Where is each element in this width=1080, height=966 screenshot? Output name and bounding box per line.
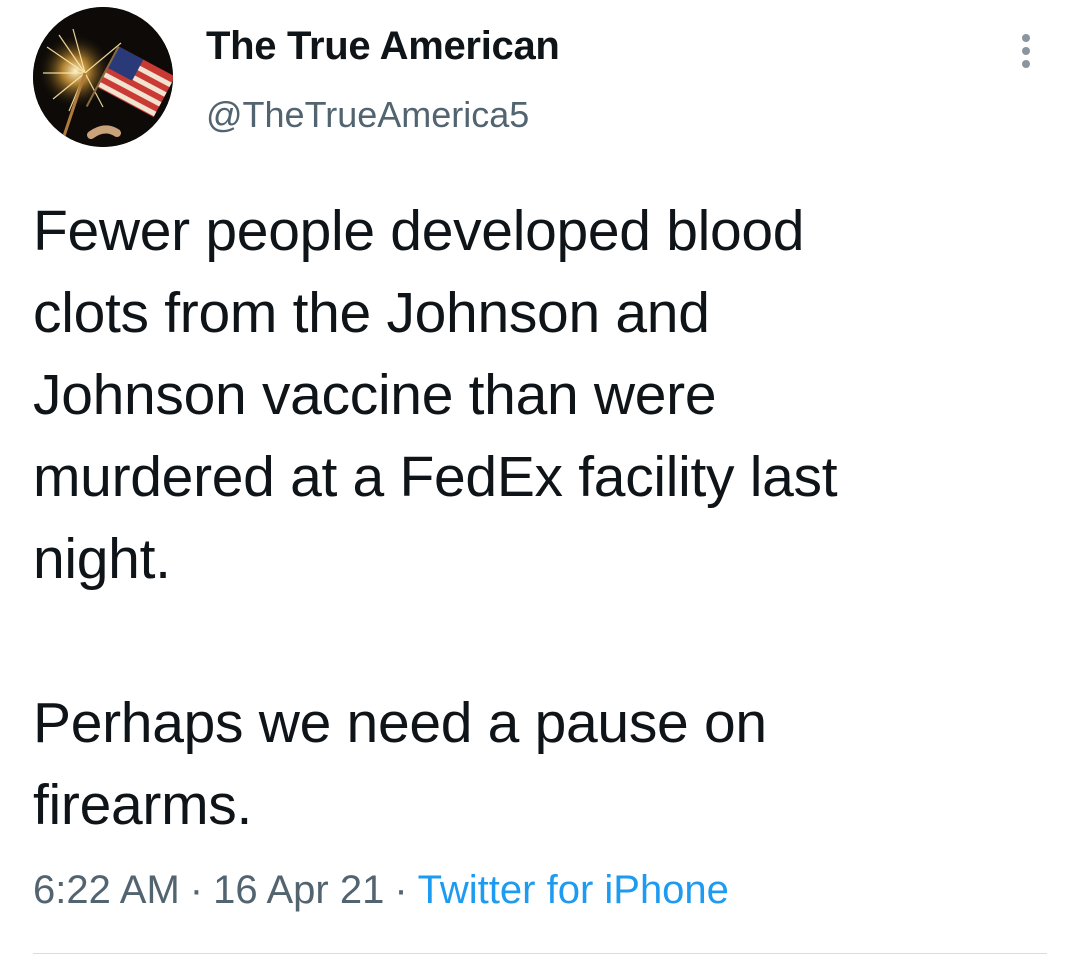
- tweet-time[interactable]: 6:22 AM: [33, 868, 180, 912]
- tweet: The True American @TheTrueAmerica5 Fewer…: [0, 0, 1080, 966]
- meta-separator: ·: [394, 868, 408, 912]
- author-handle[interactable]: @TheTrueAmerica5: [206, 94, 529, 136]
- avatar[interactable]: [33, 7, 173, 147]
- author-display-name[interactable]: The True American: [206, 24, 560, 69]
- tweet-source-link[interactable]: Twitter for iPhone: [418, 868, 729, 912]
- tweet-paragraph: Perhaps we need a pause on firearms.: [33, 691, 767, 837]
- tweet-date[interactable]: 16 Apr 21: [213, 868, 384, 912]
- meta-separator: ·: [189, 868, 204, 912]
- more-dot: [1022, 47, 1030, 55]
- more-vertical-icon[interactable]: [1012, 30, 1042, 70]
- sparkler-flag-avatar-icon: [33, 7, 173, 147]
- more-dot: [1022, 34, 1030, 42]
- more-dot: [1022, 60, 1030, 68]
- divider: [33, 953, 1047, 954]
- tweet-meta: 6:22 AM · 16 Apr 21 · Twitter for iPhone: [33, 868, 729, 913]
- tweet-paragraph: Fewer people developed blood clots from …: [33, 199, 838, 591]
- tweet-text: Fewer people developed blood clots from …: [33, 190, 1043, 846]
